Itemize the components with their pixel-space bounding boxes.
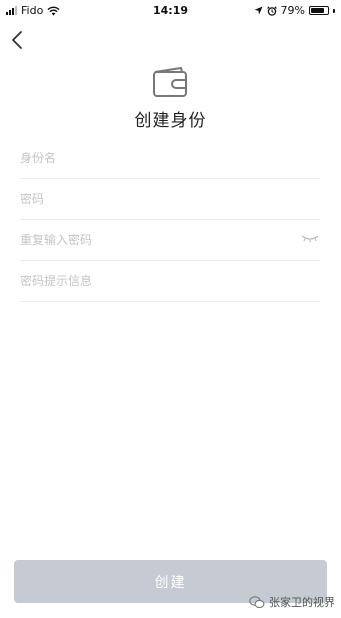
password-input[interactable] [20, 179, 320, 219]
watermark-text: 张家卫的视界 [269, 596, 335, 609]
chevron-left-icon [12, 31, 22, 49]
battery-icon [309, 6, 329, 15]
location-arrow-icon [253, 6, 263, 15]
status-right: 79% [253, 4, 335, 17]
alarm-clock-icon [266, 5, 277, 16]
status-bar: Fido 14:19 79% [0, 0, 341, 20]
identity-name-input[interactable] [20, 138, 320, 178]
repeat-password-input[interactable] [20, 220, 290, 260]
password-hint-row [20, 261, 320, 302]
repeat-password-row [20, 220, 320, 261]
back-button[interactable] [6, 28, 30, 52]
battery-tip [333, 8, 335, 13]
wechat-logo-icon [249, 595, 265, 608]
battery-level [311, 8, 324, 13]
battery-percent: 79% [280, 4, 305, 17]
create-identity-form [20, 138, 320, 302]
identity-name-row [20, 138, 320, 179]
wechat-watermark: 张家卫的视界 [249, 594, 335, 610]
password-hint-input[interactable] [20, 261, 320, 301]
password-row [20, 179, 320, 220]
eye-closed-icon[interactable] [300, 234, 320, 244]
page-title: 创建身份 [134, 111, 207, 131]
wallet-icon [153, 67, 187, 97]
